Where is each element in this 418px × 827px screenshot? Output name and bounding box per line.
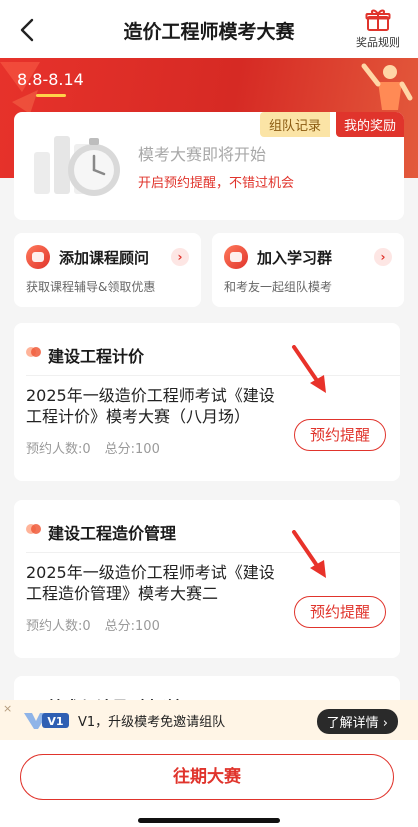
prize-rules-label: 奖品规则 — [356, 36, 400, 49]
chevron-right-icon: › — [374, 248, 392, 266]
divider — [26, 552, 400, 553]
join-study-group-title: 加入学习群 — [257, 249, 333, 267]
section-title: 建设工程计价 — [48, 347, 145, 366]
promo-text: V1，升级模考免邀请组队 — [78, 715, 226, 730]
date-tab-indicator — [36, 94, 66, 97]
contest-name[interactable]: 2025年一级造价工程师考试《建设工程计价》模考大赛（八月场） — [26, 385, 288, 427]
contest-stats: 预约人数:0 总分:100 — [26, 615, 174, 634]
reservation-count: 预约人数:0 — [26, 619, 91, 634]
join-study-group-card[interactable]: 加入学习群 › 和考友一起组队模考 — [212, 233, 404, 307]
contest-reminder-card: 组队记录 我的奖励 模考大赛即将开始 开启预约提醒，不错过机会 — [14, 112, 404, 220]
section-bullet-icon — [26, 346, 41, 358]
svg-text:V1: V1 — [47, 715, 63, 728]
divider — [26, 375, 400, 376]
team-record-tab[interactable]: 组队记录 — [259, 112, 330, 137]
total-score: 总分:100 — [104, 619, 160, 634]
past-contests-button[interactable]: 往期大赛 — [20, 754, 394, 800]
bottom-bar: 往期大赛 — [0, 740, 418, 827]
add-course-advisor-title: 添加课程顾问 — [59, 249, 150, 267]
pointer-arrow-icon — [292, 345, 326, 393]
reserve-reminder-button[interactable]: 预约提醒 — [294, 596, 386, 628]
contest-card: 建设工程造价管理 2025年一级造价工程师考试《建设工程造价管理》模考大赛二 预… — [14, 500, 400, 658]
pointer-arrow-icon — [292, 530, 326, 578]
celebration-illustration — [361, 63, 413, 110]
chat-group-icon — [224, 245, 248, 269]
contest-name[interactable]: 2025年一级造价工程师考试《建设工程造价管理》模考大赛二 — [26, 562, 288, 604]
close-icon[interactable]: × — [3, 702, 12, 715]
reserve-reminder-button[interactable]: 预约提醒 — [294, 419, 386, 451]
advisor-icon — [26, 245, 50, 269]
contest-card: 建设工程计价 2025年一级造价工程师考试《建设工程计价》模考大赛（八月场） 预… — [14, 323, 400, 481]
stopwatch-illustration — [34, 136, 120, 196]
add-course-advisor-card[interactable]: 添加课程顾问 › 获取课程辅导&领取优惠 — [14, 233, 201, 307]
top-nav-bar: 造价工程师模考大赛 奖品规则 — [0, 0, 418, 58]
section-bullet-icon — [26, 523, 41, 535]
total-score: 总分:100 — [104, 442, 160, 457]
chevron-right-icon: › — [171, 248, 189, 266]
learn-more-button[interactable]: 了解详情 › — [316, 709, 398, 734]
gift-icon — [365, 9, 391, 31]
my-rewards-tab[interactable]: 我的奖励 — [335, 112, 404, 137]
home-indicator — [138, 818, 280, 823]
prize-rules-button[interactable]: 奖品规则 — [350, 8, 406, 50]
v1-badge-icon: V1 — [24, 713, 69, 729]
add-course-advisor-desc: 获取课程辅导&领取优惠 — [26, 280, 156, 294]
record-tabs: 组队记录 我的奖励 — [259, 112, 404, 137]
section-title: 建设工程造价管理 — [48, 524, 177, 543]
reminder-subtext[interactable]: 开启预约提醒，不错过机会 — [138, 172, 294, 191]
contest-stats: 预约人数:0 总分:100 — [26, 438, 174, 457]
reminder-heading: 模考大赛即将开始 — [138, 145, 267, 164]
date-tab[interactable]: 8.8-8.14 — [17, 70, 84, 89]
reservation-count: 预约人数:0 — [26, 442, 91, 457]
upgrade-promo-bar: × V1 V1，升级模考免邀请组队 了解详情 › — [0, 700, 418, 740]
join-study-group-desc: 和考友一起组队模考 — [224, 280, 333, 294]
